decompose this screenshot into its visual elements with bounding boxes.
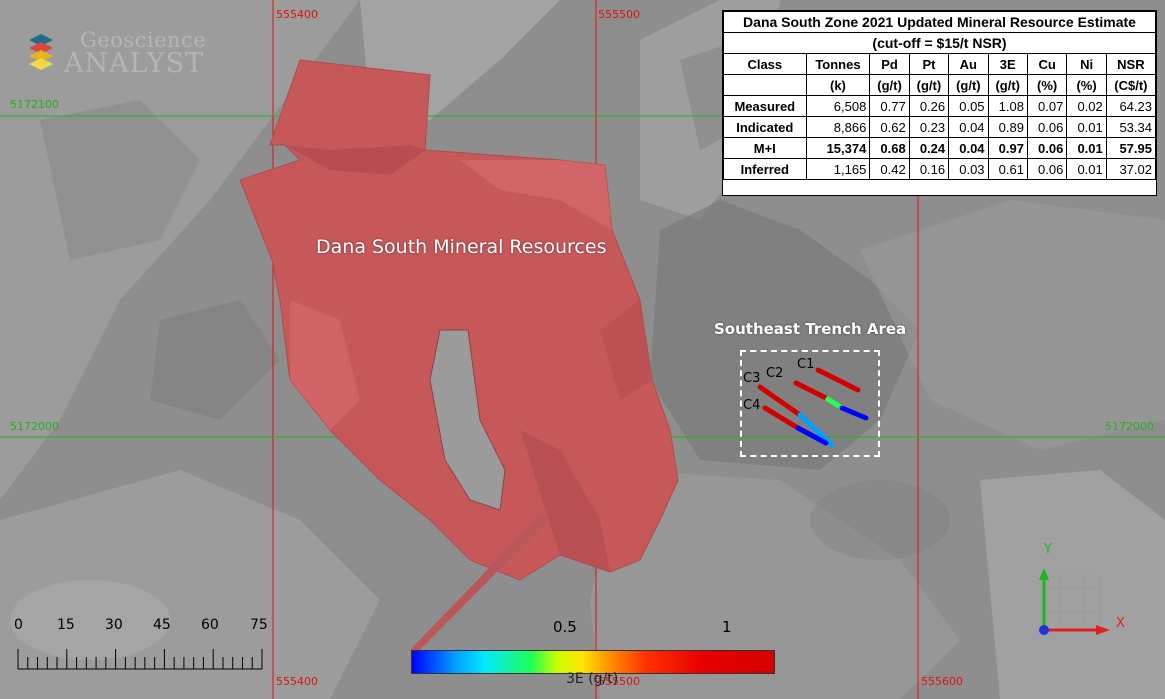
- drillhole-label: C3: [743, 371, 761, 386]
- easting-label: 555600: [921, 675, 963, 688]
- table-cell: 0.06: [1026, 158, 1068, 180]
- logo-text: ANALYST: [64, 48, 205, 79]
- table-cell: 0.02: [1066, 95, 1107, 117]
- table-cell: 15,374: [805, 137, 871, 159]
- scale-tick-label: 45: [153, 617, 171, 633]
- table-row: Indicated 8,866 0.62 0.23 0.04 0.89 0.06 0.01 53…: [723, 116, 1157, 138]
- column-unit: (g/t): [948, 74, 989, 96]
- table-cell: 0.01: [1066, 116, 1107, 138]
- row-class: Indicated: [723, 116, 807, 138]
- table-cell: 0.61: [987, 158, 1028, 180]
- map-viewport[interactable]: 555400 555500 5172100 5172000 5172000 55…: [0, 0, 1165, 699]
- table-row: M+I 15,374 0.68 0.24 0.04 0.97 0.06 0.01 57.95: [723, 137, 1157, 159]
- table-cell: 0.97: [987, 137, 1028, 159]
- colorbar-title: 3E (g/t): [566, 671, 619, 687]
- northing-label: 5172100: [10, 98, 59, 111]
- drillhole-label: C2: [766, 366, 784, 381]
- column-header: NSR: [1105, 53, 1157, 75]
- colorbar-tick: 1: [722, 618, 732, 636]
- column-unit: (%): [1066, 74, 1107, 96]
- table-cell: 0.26: [908, 95, 950, 117]
- column-header: Au: [948, 53, 989, 75]
- table-cell: 6,508: [805, 95, 871, 117]
- column-header: Pt: [908, 53, 950, 75]
- table-row: Inferred 1,165 0.42 0.16 0.03 0.61 0.06 0.01 37.…: [723, 158, 1157, 180]
- row-class: Measured: [723, 95, 807, 117]
- table-row: Measured 6,508 0.77 0.26 0.05 1.08 0.07 0.02 64.…: [723, 95, 1157, 117]
- column-unit: (g/t): [987, 74, 1028, 96]
- drillhole-label: C1: [797, 357, 815, 372]
- table-cell: 1,165: [805, 158, 871, 180]
- resource-estimate-table: Dana South Zone 2021 Updated Mineral Res…: [722, 10, 1157, 196]
- column-unit: (%): [1026, 74, 1068, 96]
- table-cell: 53.34: [1105, 116, 1157, 138]
- table-cell: 8,866: [805, 116, 871, 138]
- column-header: Pd: [869, 53, 910, 75]
- table-cell: 1.08: [987, 95, 1028, 117]
- table-cell: 0.04: [948, 137, 989, 159]
- orientation-axes[interactable]: Y X: [1020, 540, 1140, 650]
- table-cell: 0.62: [869, 116, 910, 138]
- scale-bar: 0 15 30 45 60 75: [14, 617, 274, 677]
- table-cell: 0.42: [869, 158, 910, 180]
- layers-icon: [29, 34, 53, 70]
- table-cell: 0.07: [1026, 95, 1068, 117]
- table-cell: 0.68: [869, 137, 910, 159]
- table-cell: 0.24: [908, 137, 950, 159]
- table-cell: 0.06: [1026, 116, 1068, 138]
- table-cell: 64.23: [1105, 95, 1157, 117]
- scale-ruler: [17, 649, 263, 670]
- column-unit: (g/t): [869, 74, 910, 96]
- table-cell: 0.89: [987, 116, 1028, 138]
- column-unit: (k): [805, 74, 871, 96]
- table-subtitle: (cut-off = $15/t NSR): [723, 32, 1156, 54]
- table-cell: 0.05: [948, 95, 989, 117]
- northing-label: 5172000: [10, 420, 59, 433]
- table-cell: 0.06: [1026, 137, 1068, 159]
- column-header: Ni: [1066, 53, 1107, 75]
- trench-area-label: Southeast Trench Area: [714, 320, 907, 338]
- table-cell: 57.95: [1105, 137, 1157, 159]
- y-axis-label: Y: [1044, 542, 1052, 557]
- scale-tick-label: 0: [14, 617, 23, 633]
- easting-label: 555400: [276, 675, 318, 688]
- table-cell: 0.01: [1066, 137, 1107, 159]
- geoscience-analyst-logo: Geoscience ANALYST: [26, 26, 211, 79]
- table-title: Dana South Zone 2021 Updated Mineral Res…: [723, 11, 1156, 33]
- table-cell: 0.16: [908, 158, 950, 180]
- scale-tick-label: 30: [105, 617, 123, 633]
- x-axis-label: X: [1116, 616, 1125, 631]
- table-cell: 0.77: [869, 95, 910, 117]
- column-header: Class: [723, 53, 807, 75]
- easting-label: 555500: [598, 8, 640, 21]
- colorbar-tick: 0.5: [553, 618, 577, 636]
- northing-label: 5172000: [1105, 420, 1154, 433]
- table-cell: 37.02: [1105, 158, 1157, 180]
- row-class: Inferred: [723, 158, 807, 180]
- column-header: Cu: [1026, 53, 1068, 75]
- scale-tick-label: 75: [250, 617, 268, 633]
- terrain-shadow: [810, 480, 950, 560]
- table-cell: 0.03: [948, 158, 989, 180]
- axes-icon: [1039, 568, 1110, 635]
- column-header: Tonnes: [805, 53, 871, 75]
- column-header: 3E: [987, 53, 1028, 75]
- table-cell: 0.04: [948, 116, 989, 138]
- column-unit: (g/t): [908, 74, 950, 96]
- column-unit: (C$/t): [1105, 74, 1157, 96]
- drillhole-label: C4: [743, 398, 761, 413]
- easting-label: 555400: [276, 8, 318, 21]
- scale-tick-label: 15: [57, 617, 75, 633]
- table-cell: 0.01: [1066, 158, 1107, 180]
- table-cell: 0.23: [908, 116, 950, 138]
- row-class: M+I: [723, 137, 807, 159]
- column-unit: [723, 74, 807, 96]
- scale-tick-label: 60: [201, 617, 219, 633]
- resource-label: Dana South Mineral Resources: [316, 236, 607, 258]
